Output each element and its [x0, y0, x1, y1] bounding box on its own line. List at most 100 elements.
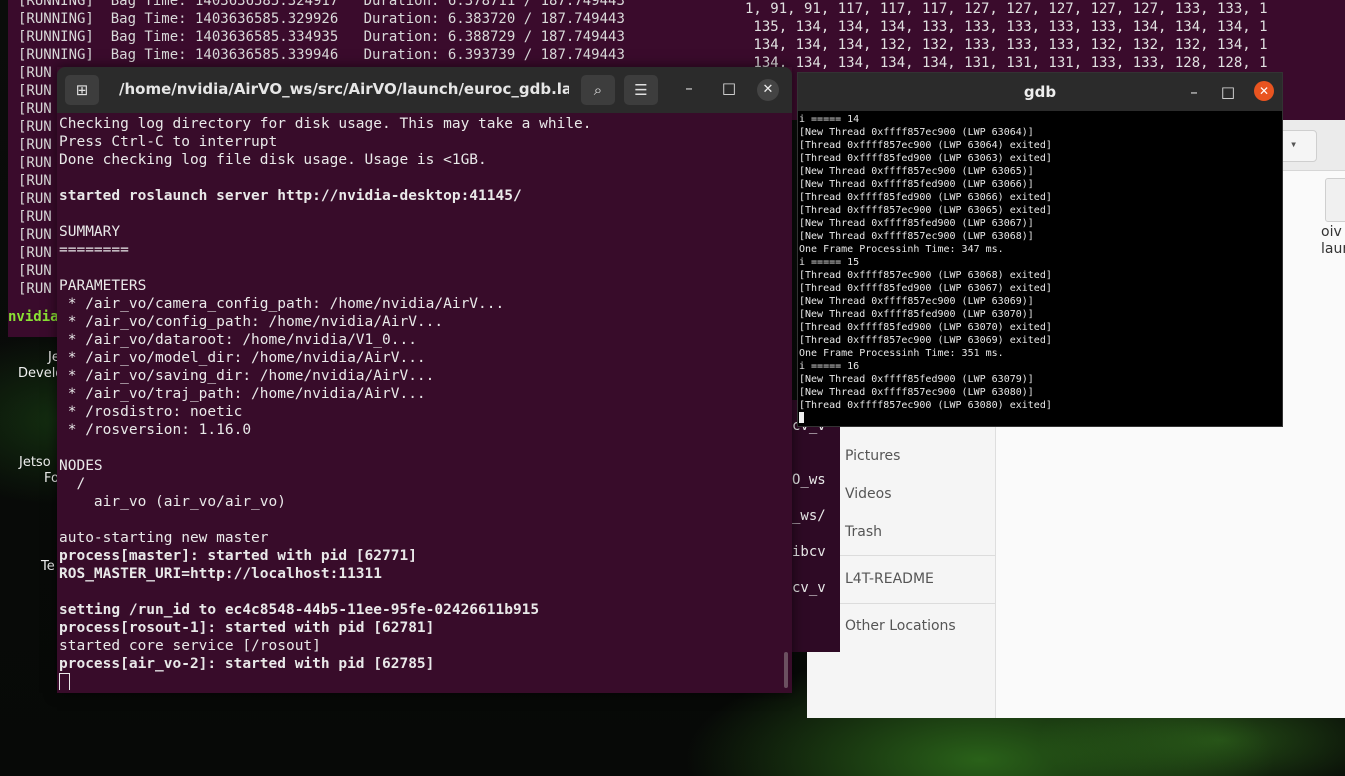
gdb-line: [New Thread 0xffff857ec900 (LWP 63064)] — [799, 127, 1034, 138]
gdb-line: [Thread 0xffff857ec900 (LWP 63080) exite… — [799, 400, 1052, 411]
gdb-close-button[interactable]: ✕ — [1254, 81, 1274, 101]
sidebar-item-pictures[interactable]: Pictures — [845, 448, 900, 464]
terminal-output[interactable]: Checking log directory for disk usage. T… — [59, 115, 789, 690]
partial-label: _ws/ — [792, 508, 826, 524]
sidebar-item-other-locations[interactable]: Other Locations — [845, 618, 956, 634]
new-tab-button[interactable]: ⊞ — [65, 75, 99, 105]
gdb-line: [New Thread 0xffff85fed900 (LWP 63070)] — [799, 309, 1034, 320]
gdb-line: [Thread 0xffff857ec900 (LWP 63069) exite… — [799, 335, 1052, 346]
gdb-line: i ===== 16 — [799, 361, 860, 372]
gdb-maximize-button[interactable]: □ — [1218, 83, 1238, 101]
terminal-line: * /rosversion: 1.16.0 — [59, 422, 252, 438]
gdb-line: [New Thread 0xffff85fed900 (LWP 63067)] — [799, 218, 1034, 229]
search-button[interactable]: ⌕ — [581, 75, 615, 105]
gdb-line: [Thread 0xffff857ec900 (LWP 63064) exite… — [799, 140, 1052, 151]
minimize-button[interactable]: – — [677, 79, 701, 97]
terminal-line: air_vo (air_vo/air_vo) — [59, 494, 286, 510]
sidebar-item-videos[interactable]: Videos — [845, 486, 892, 502]
gdb-line: One Frame Processinh Time: 347 ms. — [799, 244, 1004, 255]
sidebar-item-l4t-readme[interactable]: L4T-README — [845, 571, 934, 587]
terminal-line: Press Ctrl-C to interrupt — [59, 134, 278, 150]
gdb-output[interactable]: i ===== 14 [New Thread 0xffff857ec900 (LW… — [799, 113, 1279, 423]
gdb-line: [Thread 0xffff857ec900 (LWP 63068) exite… — [799, 270, 1052, 281]
terminal-line: [RUNNING] Bag Time: 1403636585.324917 Du… — [18, 0, 625, 9]
gdb-cursor — [799, 412, 804, 423]
file-label[interactable]: laun — [1321, 241, 1345, 257]
terminal-line: [RUNNING] Bag Time: 1403636585.339946 Du… — [18, 47, 625, 63]
terminal-line: auto-starting new master — [59, 530, 269, 546]
partial-terminal-strip: cv_v O_ws _ws/ ibcv cv_v — [790, 400, 840, 652]
terminal-line: * /air_vo/dataroot: /home/nvidia/V1_0... — [59, 332, 417, 348]
file-icon[interactable] — [1325, 178, 1345, 222]
gdb-line: [New Thread 0xffff857ec900 (LWP 63080)] — [799, 387, 1034, 398]
terminal-line: / — [59, 476, 86, 492]
gdb-line: [New Thread 0xffff85fed900 (LWP 63066)] — [799, 179, 1034, 190]
gdb-line: [New Thread 0xffff857ec900 (LWP 63069)] — [799, 296, 1034, 307]
hamburger-menu-icon: ☰ — [634, 81, 648, 99]
terminal-line: [RUNNING] Bag Time: 1403636585.329926 Du… — [18, 11, 625, 27]
terminal-line: SUMMARY — [59, 224, 121, 240]
terminal-line: * /air_vo/config_path: /home/nvidia/AirV… — [59, 314, 444, 330]
terminal-line: process[rosout-1]: started with pid [627… — [59, 620, 435, 636]
terminal-line: NODES — [59, 458, 103, 474]
terminal-line: 1, 91, 91, 117, 117, 117, 127, 127, 127,… — [745, 1, 1268, 17]
terminal-line: 134, 134, 134, 134, 134, 131, 131, 131, … — [745, 55, 1268, 71]
terminal-line: setting /run_id to ec4c8548-44b5-11ee-95… — [59, 602, 540, 618]
gdb-line: [New Thread 0xffff85fed900 (LWP 63079)] — [799, 374, 1034, 385]
terminal-titlebar[interactable]: ⊞ /home/nvidia/AirVO_ws/src/AirVO/launch… — [57, 67, 792, 113]
gdb-line: One Frame Processinh Time: 351 ms. — [799, 348, 1004, 359]
terminal-line: * /rosdistro: noetic — [59, 404, 243, 420]
terminal-scrollbar[interactable] — [784, 652, 788, 688]
terminal-line: [RUNNING] Bag Time: 1403636585.334935 Du… — [18, 29, 625, 45]
chevron-down-icon: ▾ — [1290, 137, 1298, 151]
partial-label: cv_v — [792, 580, 826, 596]
gdb-line: [New Thread 0xffff857ec900 (LWP 63068)] — [799, 231, 1034, 242]
main-terminal-window[interactable]: ⊞ /home/nvidia/AirVO_ws/src/AirVO/launch… — [57, 67, 792, 693]
partial-label: O_ws — [792, 472, 826, 488]
search-icon: ⌕ — [593, 81, 603, 99]
close-button[interactable]: ✕ — [757, 79, 779, 101]
terminal-line: PARAMETERS — [59, 278, 147, 294]
terminal-line: process[master]: started with pid [62771… — [59, 548, 417, 564]
gdb-line: [Thread 0xffff85fed900 (LWP 63070) exite… — [799, 322, 1052, 333]
desktop-icon-label: Jetso — [19, 455, 51, 470]
terminal-line: 135, 134, 134, 134, 133, 133, 133, 133, … — [745, 19, 1268, 35]
gdb-line: i ===== 14 — [799, 114, 860, 125]
new-tab-icon: ⊞ — [75, 81, 89, 99]
gdb-line: [Thread 0xffff85fed900 (LWP 63066) exite… — [799, 192, 1052, 203]
terminal-line: * /air_vo/model_dir: /home/nvidia/AirV..… — [59, 350, 426, 366]
terminal-line: started core service [/rosout] — [59, 638, 321, 654]
gdb-line: [Thread 0xffff857ec900 (LWP 63065) exite… — [799, 205, 1052, 216]
terminal-line: started roslaunch server http://nvidia-d… — [59, 188, 522, 204]
terminal-line: * /air_vo/saving_dir: /home/nvidia/AirV.… — [59, 368, 435, 384]
gdb-terminal-window[interactable]: gdb – □ ✕ i ===== 14 [New Thread 0xffff85… — [797, 72, 1283, 427]
gdb-line: [Thread 0xffff85fed900 (LWP 63063) exite… — [799, 153, 1052, 164]
view-options-dropdown[interactable]: ▾ — [1277, 130, 1317, 162]
terminal-line: * /air_vo/traj_path: /home/nvidia/AirV..… — [59, 386, 426, 402]
menu-button[interactable]: ☰ — [624, 75, 658, 105]
gdb-titlebar[interactable]: gdb – □ ✕ — [798, 73, 1282, 111]
sidebar-item-trash[interactable]: Trash — [845, 524, 882, 540]
terminal-line: ======== — [59, 242, 129, 258]
file-label[interactable]: oiv — [1321, 224, 1342, 240]
terminal-cursor — [59, 673, 70, 690]
gdb-line: [Thread 0xffff85fed900 (LWP 63067) exite… — [799, 283, 1052, 294]
gdb-line: [New Thread 0xffff857ec900 (LWP 63065)] — [799, 166, 1034, 177]
window-title: /home/nvidia/AirVO_ws/src/AirVO/launch/e… — [119, 80, 569, 98]
terminal-line: process[air_vo-2]: started with pid [627… — [59, 656, 435, 672]
partial-label: ibcv — [792, 544, 826, 560]
gdb-minimize-button[interactable]: – — [1184, 83, 1204, 101]
gdb-line: i ===== 15 — [799, 257, 860, 268]
terminal-line: ROS_MASTER_URI=http://localhost:11311 — [59, 566, 383, 582]
maximize-button[interactable]: □ — [717, 79, 741, 97]
terminal-line: 134, 134, 134, 132, 132, 133, 133, 133, … — [745, 37, 1268, 53]
terminal-line: Done checking log file disk usage. Usage… — [59, 152, 487, 168]
terminal-line: * /air_vo/camera_config_path: /home/nvid… — [59, 296, 505, 312]
desktop-icon-label: Te — [41, 559, 55, 574]
